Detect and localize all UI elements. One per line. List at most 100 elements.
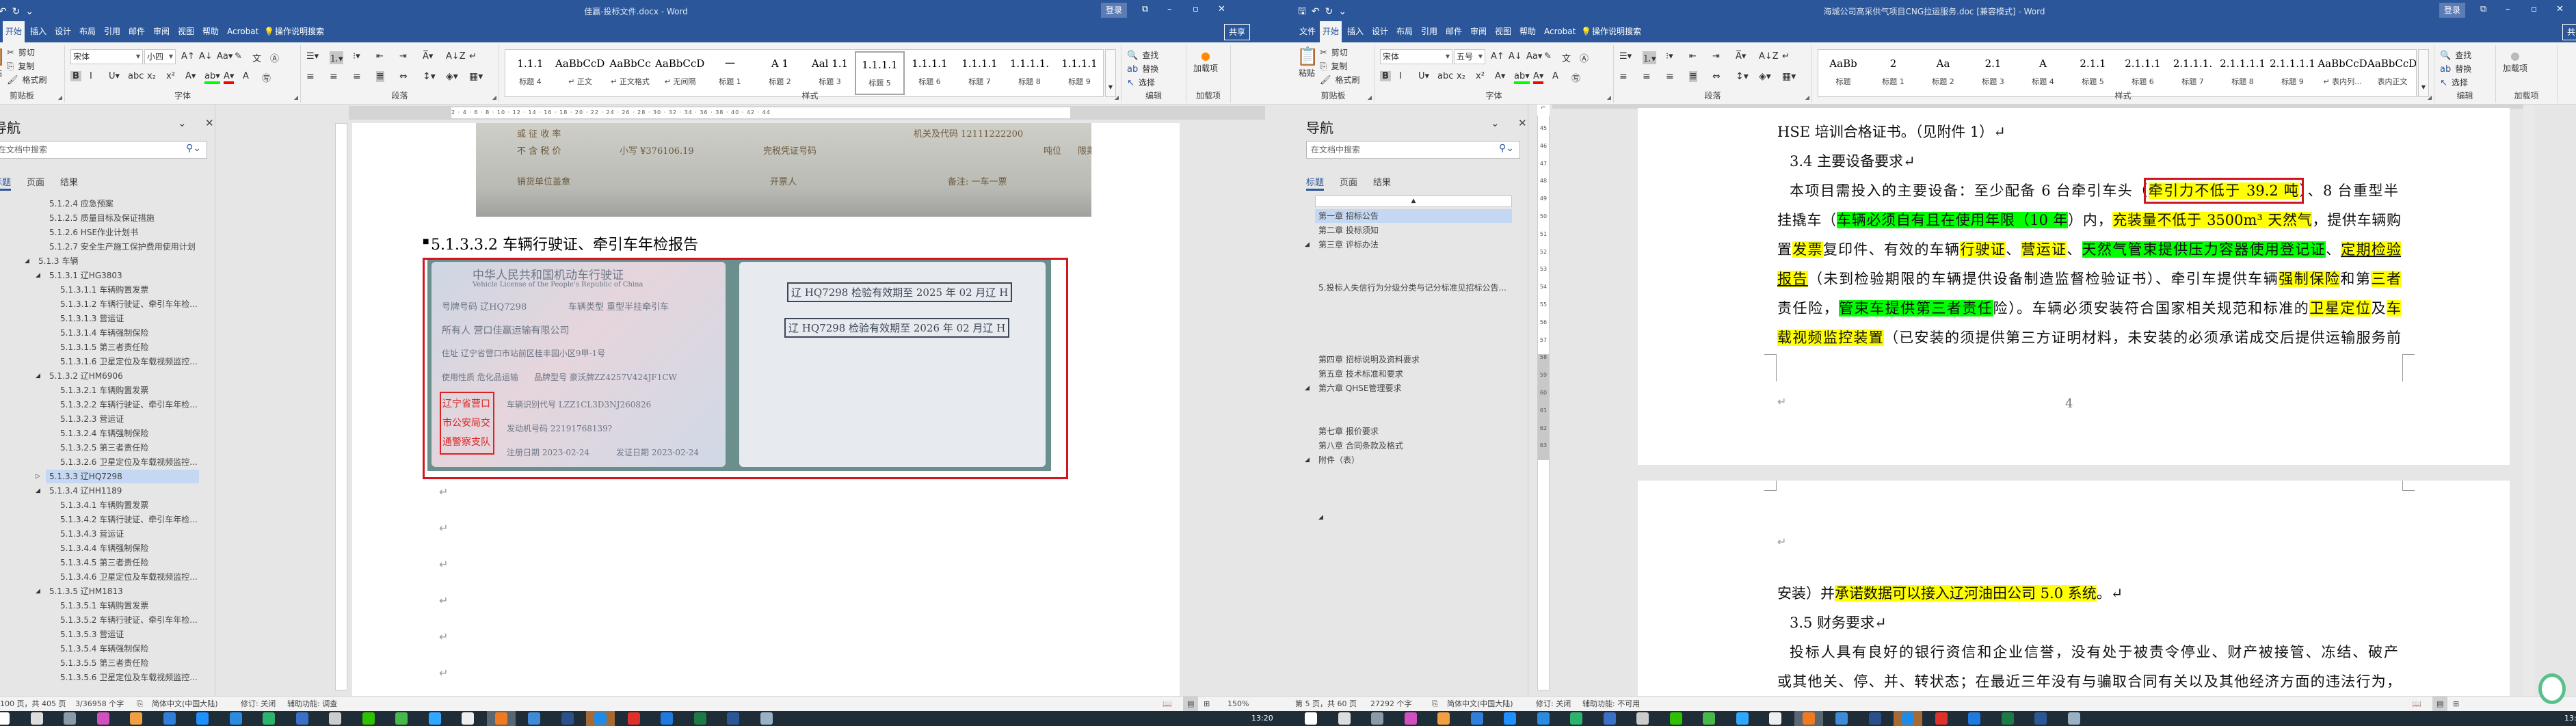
app-blue-dark-icon[interactable]: [1868, 712, 1881, 725]
ribbon-display-icon[interactable]: ⧉: [2480, 4, 2486, 14]
maximize-icon[interactable]: ▫: [1193, 4, 1199, 14]
select-button[interactable]: ↖ 选择: [1127, 77, 1155, 88]
ruler-corner-icon[interactable]: ⌐: [1537, 105, 1550, 116]
tab-3[interactable]: 设计: [52, 21, 74, 42]
word-icon[interactable]: [2034, 712, 2047, 725]
bullets-icon[interactable]: ☰▾: [306, 51, 319, 62]
nav-options-icon[interactable]: ⌄: [1491, 117, 1500, 129]
align-center-icon[interactable]: ≡: [330, 71, 338, 82]
nav-heading-item[interactable]: ◢ 5.1.3.2 辽HM6906: [0, 369, 215, 383]
style-1[interactable]: 2 标题 1: [1868, 51, 1918, 95]
paragraph-launcher-icon[interactable]: ◢: [492, 94, 496, 100]
tab-0[interactable]: 文件: [0, 21, 1, 42]
maximize-icon[interactable]: ▫: [2531, 4, 2537, 14]
nav-heading-item[interactable]: 5.1.2.5 质量目标及保证措施: [0, 211, 215, 225]
grow-font-icon[interactable]: A↑: [1491, 51, 1504, 62]
collapse-triangle-icon[interactable]: ◢: [36, 584, 40, 598]
sign-in-button[interactable]: 登录: [1101, 3, 1127, 18]
tab-7[interactable]: 审阅: [150, 21, 172, 42]
photoshop-icon[interactable]: [428, 712, 441, 725]
hbuilder-icon[interactable]: [1835, 712, 1848, 725]
bullets-icon[interactable]: ☰▾: [1619, 51, 1632, 62]
sort-icon[interactable]: A↓Z: [1759, 51, 1779, 62]
sort-icon[interactable]: A↓Z: [446, 51, 466, 62]
chat-green-icon[interactable]: [395, 712, 408, 725]
nav-tab-2[interactable]: 结果: [60, 175, 78, 188]
align-right-icon[interactable]: ≡: [353, 71, 361, 82]
char-border-icon[interactable]: Ⓐ: [270, 51, 279, 64]
nav-heading-item[interactable]: 5.1.3.5.1 车辆购置发票: [0, 599, 215, 613]
photoshop-icon[interactable]: [1736, 712, 1749, 725]
tab-0[interactable]: 文件: [1297, 21, 1318, 42]
format-painter-button[interactable]: 🖌 格式刷: [7, 74, 47, 85]
underline-icon[interactable]: U▾: [109, 71, 120, 81]
edge-icon[interactable]: [1902, 712, 1914, 725]
nav-heading-item[interactable]: 5.1.3.2.2 车辆行驶证、牵引车年检...: [0, 398, 215, 412]
align-left-icon[interactable]: ≡: [306, 71, 315, 82]
superscript-icon[interactable]: x²: [166, 71, 175, 81]
sign-in-button[interactable]: 登录: [2439, 3, 2465, 18]
nav-tab-2[interactable]: 结果: [1373, 175, 1391, 188]
nav-heading-item[interactable]: 5.1.3.2.6 卫星定位及车载视频监控...: [0, 455, 215, 469]
search-icon[interactable]: [30, 712, 43, 725]
style-5[interactable]: A 1 标题 2: [755, 51, 805, 95]
tab-3[interactable]: 设计: [1369, 21, 1391, 42]
nav-tab-1[interactable]: 页面: [1340, 175, 1357, 188]
multilevel-icon[interactable]: ⁝▾: [1666, 51, 1673, 62]
chat-green-icon[interactable]: [1703, 712, 1715, 725]
style-5[interactable]: 2.1.1 标题 5: [2068, 51, 2118, 95]
nav-heading-item[interactable]: 5.1.3.4.5 第三者责任险: [0, 556, 215, 569]
text-effects-icon[interactable]: A▾: [185, 71, 196, 81]
align-center-icon[interactable]: ≡: [1643, 71, 1651, 82]
tab-2[interactable]: 插入: [1344, 21, 1366, 42]
nav-heading-item[interactable]: ◢ 第三章 评标办法: [1292, 238, 1528, 252]
bold-icon[interactable]: B: [1380, 71, 1391, 81]
collapse-triangle-icon[interactable]: ◢: [25, 254, 29, 268]
nav-heading-item[interactable]: 5.1.3.2.3 营运证: [0, 412, 215, 426]
subscript-icon[interactable]: x₂: [1457, 71, 1465, 81]
clear-format-icon[interactable]: ✎: [235, 51, 242, 62]
collapse-triangle-icon[interactable]: ◢: [1318, 511, 1323, 524]
strikethrough-icon[interactable]: abc: [1437, 71, 1453, 81]
style-11[interactable]: AaBbCcDd 表内正文: [2367, 51, 2416, 95]
web-layout-icon[interactable]: ⊞: [2453, 697, 2459, 711]
nav-heading-item[interactable]: 5.1.3.2.1 车辆购置发票: [0, 384, 215, 397]
nav-heading-item[interactable]: 5.1.3.4.1 车辆购置发票: [0, 498, 215, 512]
share-button[interactable]: 共享: [1224, 24, 1251, 40]
network-icon[interactable]: [295, 712, 308, 725]
nav-heading-item[interactable]: 第二章 投标须知: [1292, 224, 1528, 237]
nav-heading-item[interactable]: 5.1.3.1.2 车辆行驶证、牵引车年检...: [0, 297, 215, 311]
nav-heading-item[interactable]: 5.1.3.5.2 车辆行驶证、牵引车年检...: [0, 613, 215, 627]
style-8[interactable]: 2.1.1.1.1 标题 8: [2218, 51, 2268, 95]
nav-heading-item[interactable]: 5.1.3.2.5 第三者责任险: [0, 441, 215, 455]
copy-button[interactable]: ⎘ 复制: [7, 60, 34, 72]
notes-icon[interactable]: [1437, 712, 1450, 725]
addins-button[interactable]: ● 加载项: [2503, 49, 2527, 74]
hbuilder-icon[interactable]: [528, 712, 540, 725]
highlight-icon[interactable]: ab▾: [1514, 71, 1530, 84]
text-effects-icon[interactable]: A▾: [1495, 71, 1505, 81]
status-words[interactable]: 27292 个字: [1370, 697, 1412, 711]
tab-7[interactable]: 审阅: [1468, 21, 1489, 42]
style-2[interactable]: Aa 标题 2: [1918, 51, 1968, 95]
search-icon[interactable]: ⚲⌄: [186, 144, 201, 153]
cut-button[interactable]: ✂ 剪切: [1320, 46, 1348, 58]
phone-icon[interactable]: [1636, 712, 1649, 725]
minimize-icon[interactable]: –: [2506, 4, 2510, 14]
shrink-font-icon[interactable]: A↓: [199, 51, 213, 62]
nav-heading-item[interactable]: 5.1.3.4.3 营运证: [0, 527, 215, 541]
style-4[interactable]: A 标题 4: [2018, 51, 2068, 95]
style-11[interactable]: 1.1.1.1 标题 9: [1054, 51, 1103, 95]
tab-4[interactable]: 布局: [77, 21, 98, 42]
borders-icon[interactable]: ▦▾: [1782, 71, 1796, 82]
line-spacing-icon[interactable]: ↕▾: [423, 71, 436, 82]
nav-heading-item[interactable]: 第七章 报价要求: [1292, 425, 1528, 438]
nav-heading-item[interactable]: 5.1.3.4.2 车辆行驶证、牵引车年检...: [0, 513, 215, 526]
chinese-layout-icon[interactable]: A̅▾: [423, 51, 433, 62]
status-access[interactable]: 辅助功能: 不可用: [1582, 697, 1640, 711]
proofing-icon[interactable]: ⎘: [137, 697, 143, 711]
line-spacing-icon[interactable]: ↕▾: [1736, 71, 1749, 82]
underline-icon[interactable]: U▾: [1418, 71, 1429, 81]
scroll-to-top-icon[interactable]: ▲: [1315, 196, 1512, 207]
nav-heading-item[interactable]: 5.1.2.7 安全生产施工保护费用使用计划: [0, 240, 215, 254]
